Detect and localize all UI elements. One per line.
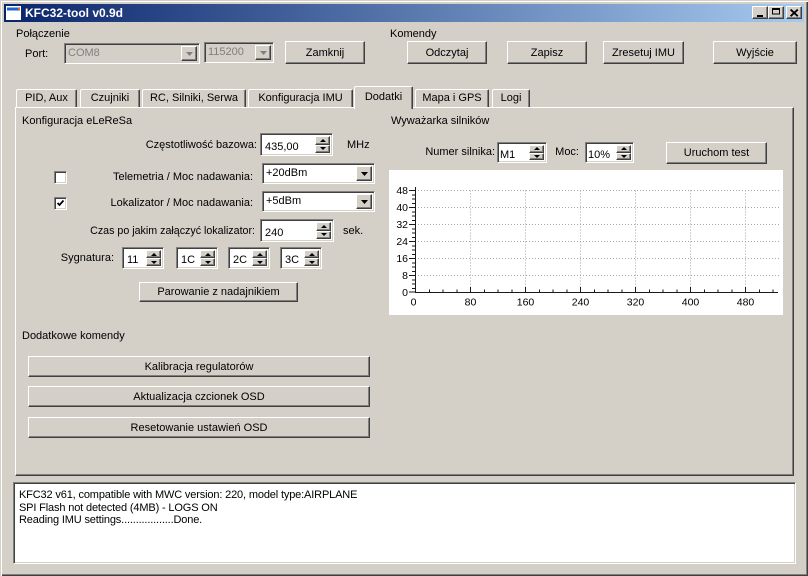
svg-text:320: 320 <box>627 297 645 309</box>
svg-text:0: 0 <box>402 287 408 299</box>
svg-text:240: 240 <box>572 297 590 309</box>
svg-text:480: 480 <box>737 297 755 309</box>
svg-text:40: 40 <box>396 202 408 214</box>
svg-text:16: 16 <box>396 253 408 265</box>
svg-text:0: 0 <box>411 297 417 309</box>
svg-text:8: 8 <box>402 270 408 282</box>
svg-text:80: 80 <box>465 297 477 309</box>
svg-text:32: 32 <box>396 219 408 231</box>
svg-text:160: 160 <box>517 297 535 309</box>
svg-text:24: 24 <box>396 236 408 248</box>
svg-text:48: 48 <box>396 185 408 197</box>
svg-text:400: 400 <box>682 297 700 309</box>
